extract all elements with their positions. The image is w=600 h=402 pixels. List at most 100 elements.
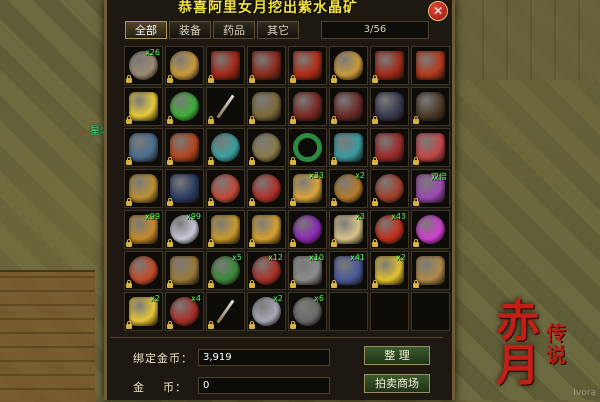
inventory-slot[interactable] bbox=[370, 87, 409, 126]
inventory-slot[interactable] bbox=[206, 169, 245, 208]
bound-lock-icon bbox=[208, 321, 214, 329]
item-quantity: x33 bbox=[309, 171, 324, 180]
inventory-slot[interactable]: x33 bbox=[288, 169, 327, 208]
inventory-slot[interactable] bbox=[124, 251, 163, 290]
inventory-slot[interactable] bbox=[165, 169, 204, 208]
purple-orb-icon bbox=[293, 215, 322, 244]
helmet-icon bbox=[170, 133, 199, 162]
inventory-slot[interactable] bbox=[370, 46, 409, 85]
inventory-slot[interactable] bbox=[247, 169, 286, 208]
pouch-icon bbox=[211, 174, 240, 203]
inventory-slot[interactable]: x2 bbox=[329, 169, 368, 208]
bound-lock-icon bbox=[290, 116, 296, 124]
inventory-slot[interactable] bbox=[288, 210, 327, 249]
inventory-slot[interactable]: x10 bbox=[288, 251, 327, 290]
treasure-chest-icon bbox=[170, 256, 199, 285]
inventory-slot[interactable]: x26 bbox=[124, 46, 163, 85]
inventory-slot[interactable]: 双倍 bbox=[411, 169, 450, 208]
scene-crates bbox=[0, 270, 95, 402]
inventory-slot[interactable] bbox=[288, 46, 327, 85]
ring-icon bbox=[293, 133, 322, 162]
inventory-slot[interactable] bbox=[411, 210, 450, 249]
magic-orb-icon bbox=[416, 215, 445, 244]
bound-lock-icon bbox=[372, 239, 378, 247]
inventory-slot[interactable] bbox=[206, 210, 245, 249]
close-button[interactable]: ✕ bbox=[428, 1, 448, 21]
inventory-slot[interactable] bbox=[288, 87, 327, 126]
tab-other[interactable]: 其它 bbox=[257, 21, 299, 39]
bound-lock-icon bbox=[208, 75, 214, 83]
item-quantity: x99 bbox=[145, 212, 160, 221]
bound-lock-icon bbox=[413, 198, 419, 206]
inventory-slot[interactable] bbox=[411, 292, 450, 331]
bound-lock-icon bbox=[372, 198, 378, 206]
inventory-slot[interactable] bbox=[165, 128, 204, 167]
inventory-slot[interactable]: x43 bbox=[370, 210, 409, 249]
inventory-slot[interactable] bbox=[165, 46, 204, 85]
inventory-tabs: 全部 装备 药品 其它 bbox=[125, 21, 299, 39]
inventory-slot[interactable] bbox=[206, 128, 245, 167]
gauntlet-icon bbox=[334, 133, 363, 162]
armor-icon bbox=[334, 92, 363, 121]
inventory-slot[interactable] bbox=[370, 128, 409, 167]
tab-all[interactable]: 全部 bbox=[125, 21, 167, 39]
auction-house-button[interactable]: 拍卖商场 bbox=[364, 374, 430, 393]
inventory-slot[interactable] bbox=[165, 87, 204, 126]
exp-orb-icon bbox=[129, 256, 158, 285]
inventory-slot[interactable] bbox=[329, 46, 368, 85]
inventory-slot[interactable] bbox=[288, 128, 327, 167]
inventory-slot[interactable] bbox=[206, 87, 245, 126]
bound-lock-icon bbox=[290, 321, 296, 329]
inventory-slot[interactable] bbox=[370, 169, 409, 208]
page-indicator: 3/56 bbox=[321, 21, 429, 39]
armor-icon bbox=[252, 92, 281, 121]
bound-lock-icon bbox=[372, 157, 378, 165]
inventory-slot[interactable] bbox=[247, 87, 286, 126]
inventory-slot[interactable] bbox=[124, 169, 163, 208]
sort-button[interactable]: 整 理 bbox=[364, 346, 430, 365]
inventory-slot[interactable] bbox=[411, 251, 450, 290]
necklace-icon bbox=[211, 133, 240, 162]
inventory-slot[interactable] bbox=[411, 46, 450, 85]
inventory-slot[interactable] bbox=[206, 292, 245, 331]
inventory-slot[interactable] bbox=[124, 87, 163, 126]
inventory-slot[interactable]: x5 bbox=[206, 251, 245, 290]
bound-lock-icon bbox=[290, 75, 296, 83]
inventory-slot[interactable] bbox=[329, 87, 368, 126]
inventory-slot[interactable] bbox=[247, 46, 286, 85]
bound-lock-icon bbox=[167, 75, 173, 83]
inventory-grid: x26 x33 x2 双倍 x99 x99 x3 x43 x5 x12 x10 x41 x2 x2 x4 x2… bbox=[124, 46, 450, 331]
item-quantity: x99 bbox=[186, 212, 201, 221]
inventory-slot[interactable] bbox=[411, 128, 450, 167]
inventory-slot[interactable] bbox=[329, 292, 368, 331]
inventory-slot[interactable] bbox=[206, 46, 245, 85]
inventory-slot[interactable]: x3 bbox=[329, 210, 368, 249]
inventory-slot[interactable]: x2 bbox=[124, 292, 163, 331]
close-icon: ✕ bbox=[432, 4, 444, 18]
inventory-slot[interactable]: x41 bbox=[329, 251, 368, 290]
inventory-slot[interactable] bbox=[247, 128, 286, 167]
tab-equipment[interactable]: 装备 bbox=[169, 21, 211, 39]
inventory-slot[interactable]: x99 bbox=[165, 210, 204, 249]
tab-potions[interactable]: 药品 bbox=[213, 21, 255, 39]
inventory-slot[interactable]: x2 bbox=[247, 292, 286, 331]
inventory-slot[interactable] bbox=[329, 128, 368, 167]
bound-lock-icon bbox=[208, 198, 214, 206]
inventory-slot[interactable]: x99 bbox=[124, 210, 163, 249]
bound-lock-icon bbox=[208, 157, 214, 165]
inventory-slot[interactable] bbox=[247, 210, 286, 249]
inventory-slot[interactable] bbox=[124, 128, 163, 167]
inventory-slot[interactable]: x4 bbox=[165, 292, 204, 331]
inventory-slot[interactable] bbox=[370, 292, 409, 331]
bound-lock-icon bbox=[126, 239, 132, 247]
inventory-slot[interactable]: x6 bbox=[288, 292, 327, 331]
inventory-slot[interactable]: x12 bbox=[247, 251, 286, 290]
gold-value: 0 bbox=[198, 377, 330, 394]
inventory-slot[interactable]: x2 bbox=[370, 251, 409, 290]
bound-lock-icon bbox=[126, 157, 132, 165]
inventory-slot[interactable] bbox=[411, 87, 450, 126]
bound-lock-icon bbox=[290, 280, 296, 288]
potion-bottles-icon bbox=[293, 51, 322, 80]
bound-lock-icon bbox=[208, 280, 214, 288]
inventory-slot[interactable] bbox=[165, 251, 204, 290]
